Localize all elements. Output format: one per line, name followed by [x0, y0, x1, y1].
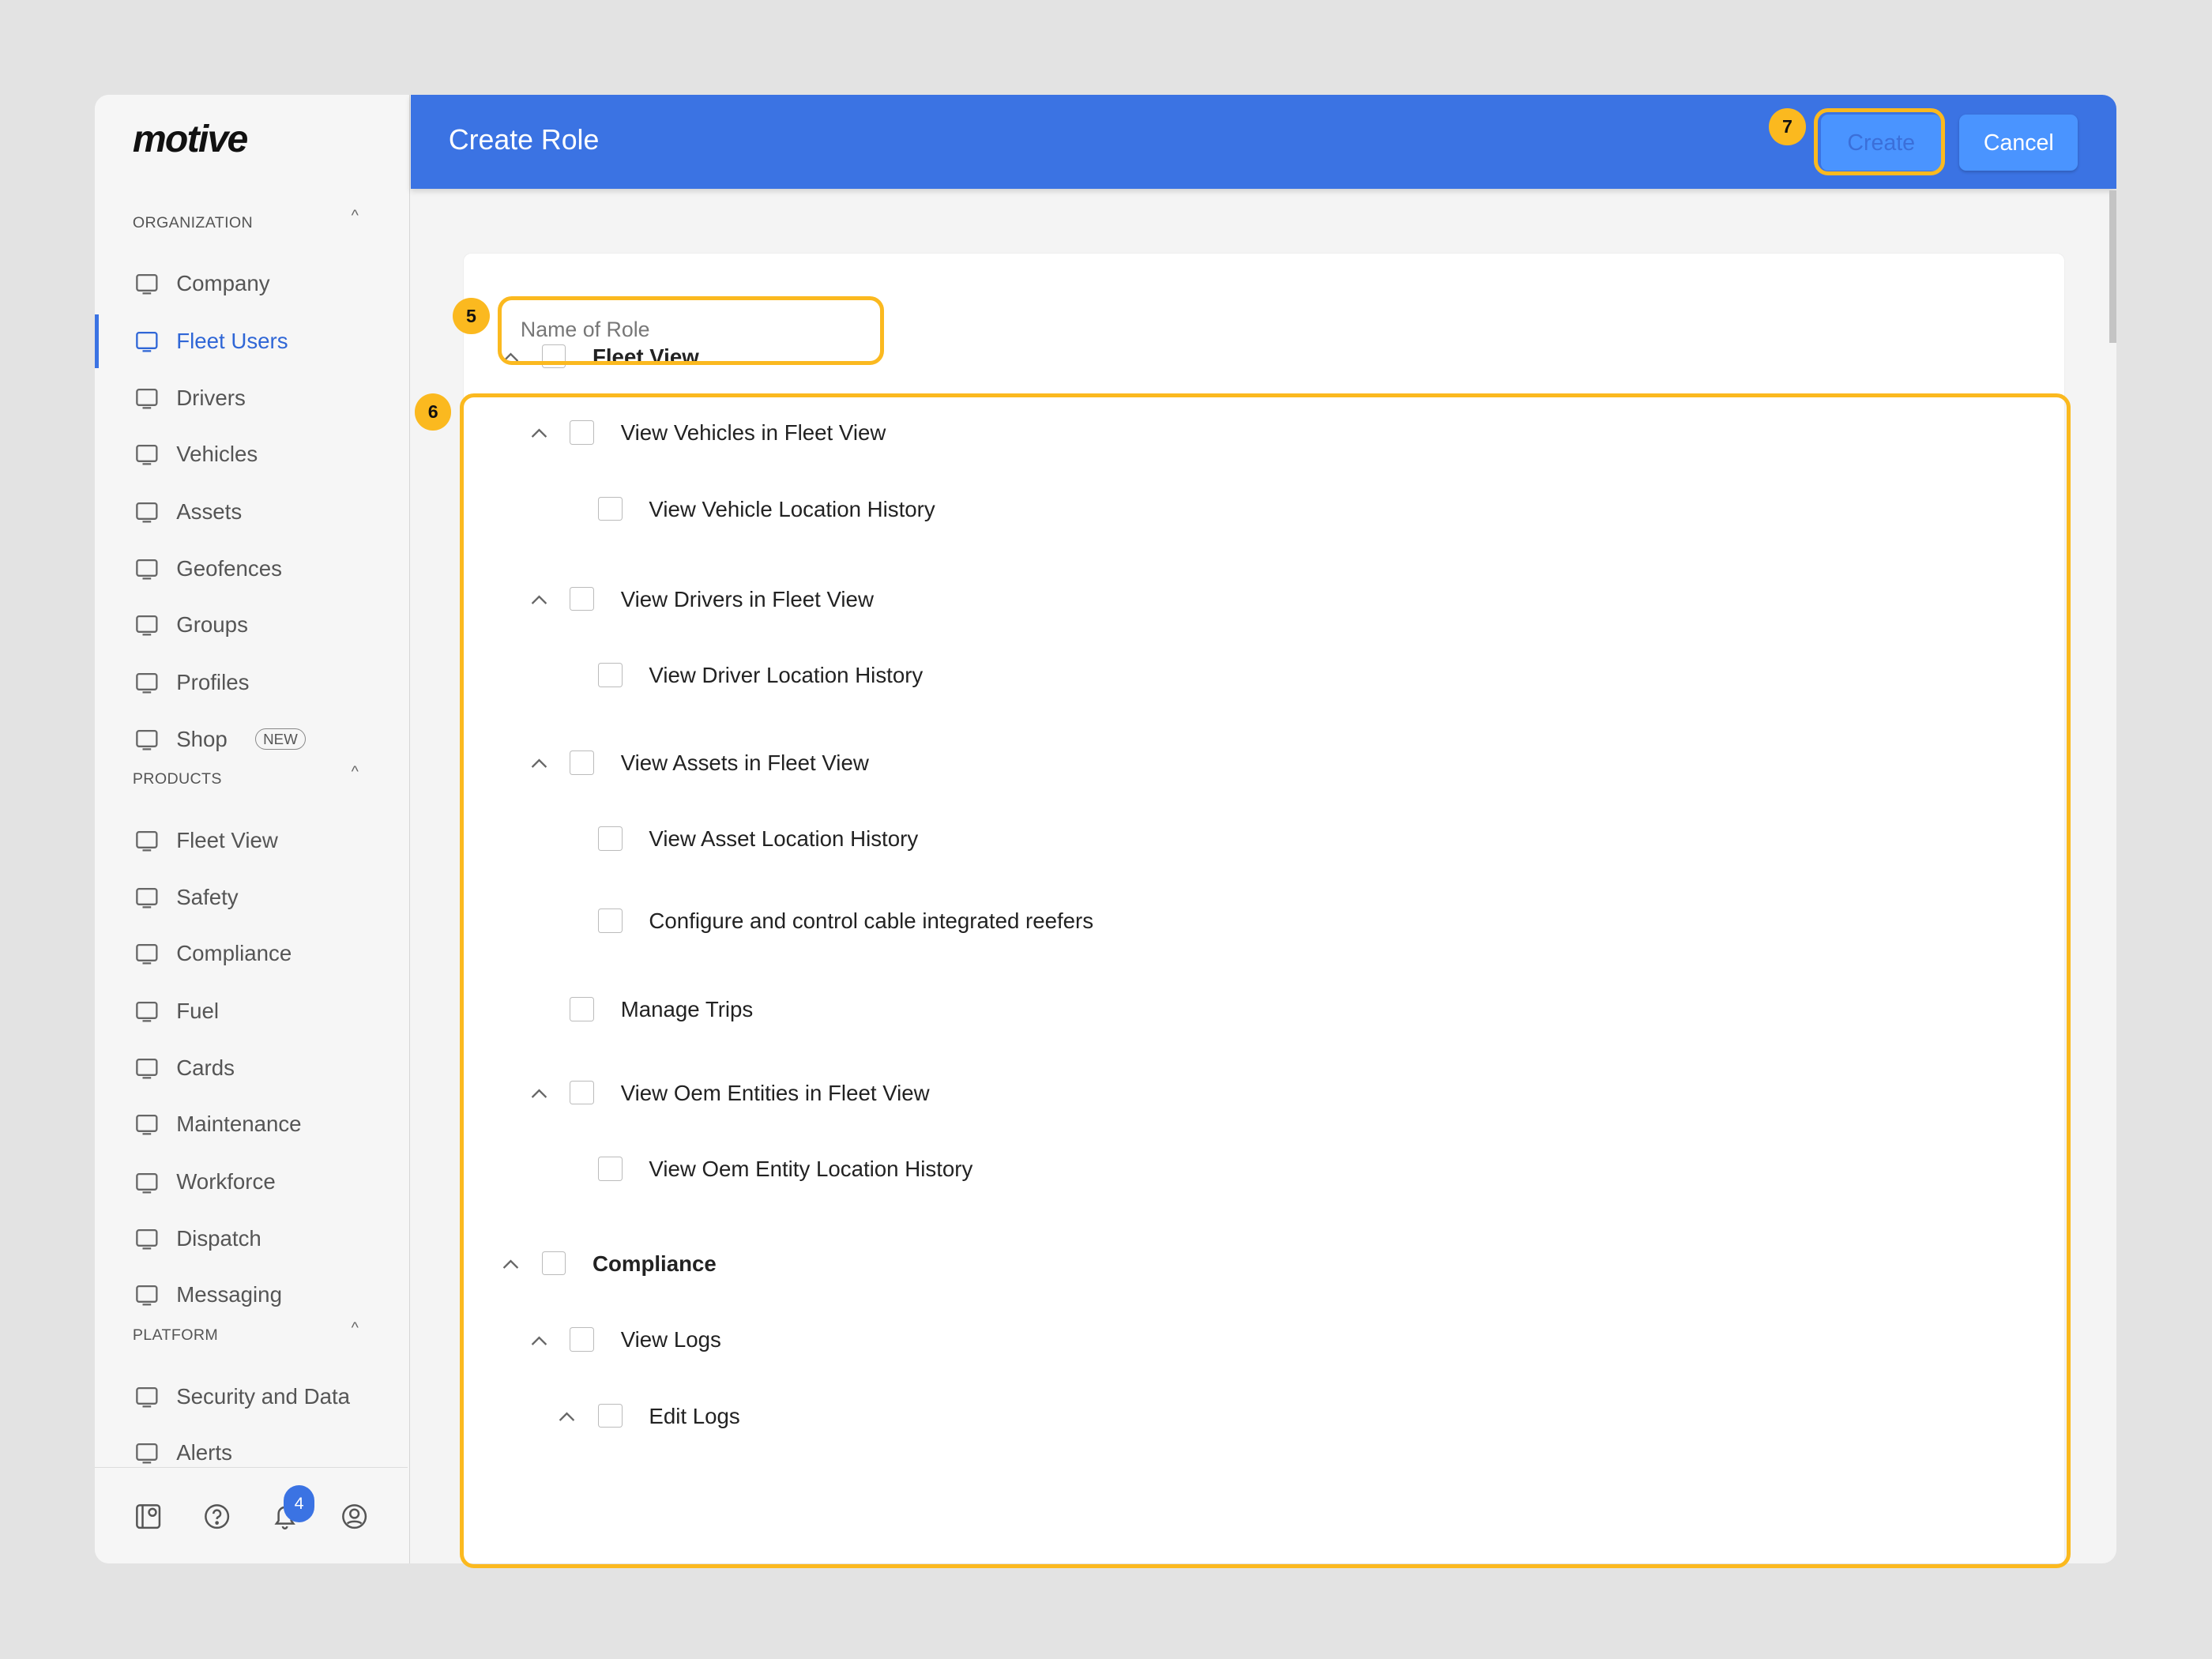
alerts-icon [133, 1439, 161, 1467]
screen: motive 4 ORGANIZATION ^ Company Fleet Users… [0, 0, 2212, 1659]
sidebar-item-company[interactable]: Company [95, 261, 408, 306]
sidebar-item-label: Compliance [176, 941, 292, 966]
user-account-icon[interactable] [339, 1501, 370, 1532]
section-header-organization: ORGANIZATION [132, 214, 254, 232]
sidebar-item-alerts[interactable]: Alerts [95, 1431, 408, 1476]
chart-icon [133, 939, 161, 968]
permissions-highlight [460, 393, 2071, 1568]
sidebar-item-label: Maintenance [176, 1112, 302, 1137]
chat-icon [133, 1281, 161, 1309]
geofence-icon [133, 555, 161, 583]
annotation-badge-5: 5 [453, 297, 490, 335]
create-highlight [1814, 108, 1945, 176]
wrench-icon [133, 1110, 161, 1138]
annotation-badge-6: 6 [414, 393, 452, 431]
help-icon[interactable] [201, 1501, 232, 1532]
building-icon [133, 269, 161, 298]
annotation-badge-7: 7 [1769, 108, 1806, 145]
map-book-icon[interactable] [133, 1501, 164, 1532]
person-icon [133, 384, 161, 412]
sidebar-item-label: Geofences [176, 555, 282, 581]
sidebar-item-label: Messaging [176, 1282, 282, 1307]
scrollbar[interactable] [2109, 190, 2116, 343]
sidebar-item-label: Company [176, 270, 270, 295]
motive-logo: motive [132, 118, 248, 161]
page-title: Create Role [448, 124, 600, 156]
cancel-button[interactable]: Cancel [1959, 114, 2078, 171]
sidebar-item-label: Drivers [176, 385, 246, 410]
sidebar-item-label: Alerts [176, 1440, 232, 1465]
collapse-chevron-icon[interactable]: ^ [352, 207, 359, 225]
notification-count-badge: 4 [283, 1485, 315, 1522]
name-highlight [498, 295, 884, 365]
